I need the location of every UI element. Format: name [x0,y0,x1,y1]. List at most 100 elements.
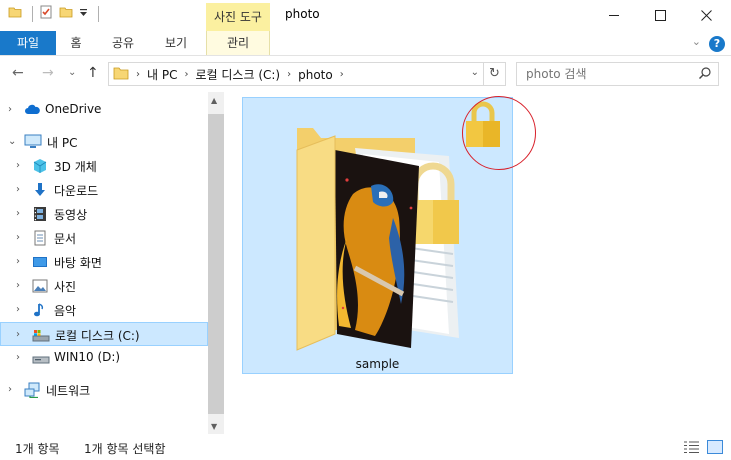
expand-chevron-icon[interactable]: › [16,184,26,196]
selected-count: 1개 항목 선택함 [84,442,166,456]
scroll-up-arrow-icon[interactable]: ▲ [211,96,217,105]
ribbon-collapse-icon[interactable]: ⌄ [692,35,701,48]
expand-chevron-icon[interactable]: › [16,232,26,244]
item-count: 1개 항목 [15,442,60,456]
back-arrow-icon[interactable]: ← [12,65,24,81]
tab-share[interactable]: 공유 [104,31,142,55]
search-input[interactable] [517,63,692,85]
sidebar-item-label: 다운로드 [54,184,99,198]
large-icons-view-icon[interactable] [707,440,723,454]
sidebar-item-win10-d[interactable]: › WIN10 (D:) [0,346,208,370]
sidebar-item-desktop[interactable]: › 바탕 화면 [0,250,208,274]
expand-chevron-icon[interactable]: › [16,256,26,268]
new-folder-icon[interactable] [59,5,73,22]
expand-chevron-icon[interactable]: › [16,208,26,220]
sidebar-item-label: 로컬 디스크 (C:) [55,329,140,343]
tab-file[interactable]: 파일 [0,31,56,55]
sidebar-item-downloads[interactable]: › 다운로드 [0,178,208,202]
lock-highlight-circle [462,96,536,170]
desktop-icon [32,254,48,270]
search-box[interactable] [516,62,719,86]
close-icon [700,10,712,21]
chevron-right-icon: › [184,69,189,80]
expand-chevron-icon[interactable]: › [16,160,26,172]
quick-access-toolbar [8,5,99,22]
expand-chevron-icon[interactable]: › [8,104,18,116]
collapse-chevron-icon[interactable]: ⌄ [8,136,18,148]
breadcrumb-item-pc[interactable]: 내 PC [147,66,177,83]
film-icon [32,206,48,222]
close-button[interactable] [683,0,729,31]
forward-arrow-icon[interactable]: → [42,65,54,81]
sidebar-item-label: 음악 [54,304,77,318]
scrollbar-thumb[interactable] [208,114,224,414]
sidebar-item-network[interactable]: › 네트워크 [0,378,208,402]
recent-locations-icon[interactable]: ⌄ [68,67,76,78]
computer-icon [24,134,42,150]
chevron-right-icon: › [287,69,292,80]
search-icon[interactable] [698,66,712,83]
local-disk-icon [32,327,50,343]
cube-3d-icon [32,158,48,174]
toolbar-divider [32,5,33,22]
sidebar-item-documents[interactable]: › 문서 [0,226,208,250]
sidebar-item-this-pc[interactable]: ⌄ 내 PC [0,130,208,154]
refresh-icon[interactable]: ↻ [483,63,505,85]
sidebar-item-pictures[interactable]: › 사진 [0,274,208,298]
expand-chevron-icon[interactable]: › [16,329,26,341]
sidebar-item-label: 동영상 [54,208,88,222]
toolbar-divider [98,5,99,22]
picture-tools-tab[interactable]: 사진 도구 [206,3,270,31]
scroll-down-arrow-icon[interactable]: ▼ [211,422,217,431]
sidebar-item-label: OneDrive [45,102,102,116]
address-dropdown-icon[interactable]: ⌄ [471,67,479,78]
breadcrumb: › 내 PC › 로컬 디스크 (C:) › photo › [113,66,344,83]
sidebar-item-local-disk-c[interactable]: › 로컬 디스크 (C:) [0,322,208,346]
folder-icon [8,5,22,22]
tab-home[interactable]: 홈 [60,31,92,55]
navigation-bar: ← → ⌄ ↑ › 내 PC › 로컬 디스크 (C:) › photo › ⌄… [0,57,731,91]
properties-icon[interactable] [39,5,53,22]
expand-chevron-icon[interactable]: › [16,352,26,364]
breadcrumb-item-photo[interactable]: photo [298,68,333,82]
folder-icon [113,66,129,83]
expand-chevron-icon[interactable]: › [16,280,26,292]
sidebar-item-label: WIN10 (D:) [54,350,121,364]
up-arrow-icon[interactable]: ↑ [87,65,99,81]
expand-chevron-icon[interactable]: › [16,304,26,316]
breadcrumb-item-local-disk[interactable]: 로컬 디스크 (C:) [195,66,280,83]
tab-manage[interactable]: 관리 [206,31,270,55]
customize-toolbar-icon[interactable] [79,7,88,21]
music-note-icon [32,302,48,318]
status-bar: 1개 항목 1개 항목 선택함 [0,434,731,460]
file-list-pane: sample [225,92,731,434]
chevron-right-icon: › [339,69,344,80]
sidebar-item-music[interactable]: › 음악 [0,298,208,322]
navigation-pane-scrollbar[interactable]: ▲ ▼ [208,92,224,434]
title-bar: 사진 도구 photo [0,0,731,31]
expand-chevron-icon[interactable]: › [8,384,18,396]
sidebar-item-label: 문서 [54,232,77,246]
ribbon-tabs: 파일 홈 공유 보기 관리 ⌄ ? [0,31,731,56]
help-button[interactable]: ? [709,36,725,52]
sidebar-item-label: 바탕 화면 [54,256,102,270]
folder-name: sample [355,357,400,371]
sidebar-item-videos[interactable]: › 동영상 [0,202,208,226]
sidebar-item-3d-objects[interactable]: › 3D 개체 [0,154,208,178]
drive-icon [32,350,50,366]
chevron-right-icon: › [136,69,140,80]
tab-view[interactable]: 보기 [156,31,196,55]
maximize-icon [654,10,666,21]
folder-item-sample[interactable]: sample [242,96,536,374]
details-view-icon[interactable] [684,441,699,457]
sidebar-item-onedrive[interactable]: › OneDrive [0,98,208,122]
maximize-button[interactable] [637,0,683,31]
sidebar-item-label: 내 PC [47,136,78,150]
window-title: photo [285,7,320,21]
address-bar[interactable]: › 내 PC › 로컬 디스크 (C:) › photo › ⌄ ↻ [108,62,506,86]
document-icon [32,230,48,246]
cloud-icon [24,102,40,118]
minimize-button[interactable] [591,0,637,31]
sidebar-item-label: 3D 개체 [54,160,97,174]
minimize-icon [608,15,619,16]
